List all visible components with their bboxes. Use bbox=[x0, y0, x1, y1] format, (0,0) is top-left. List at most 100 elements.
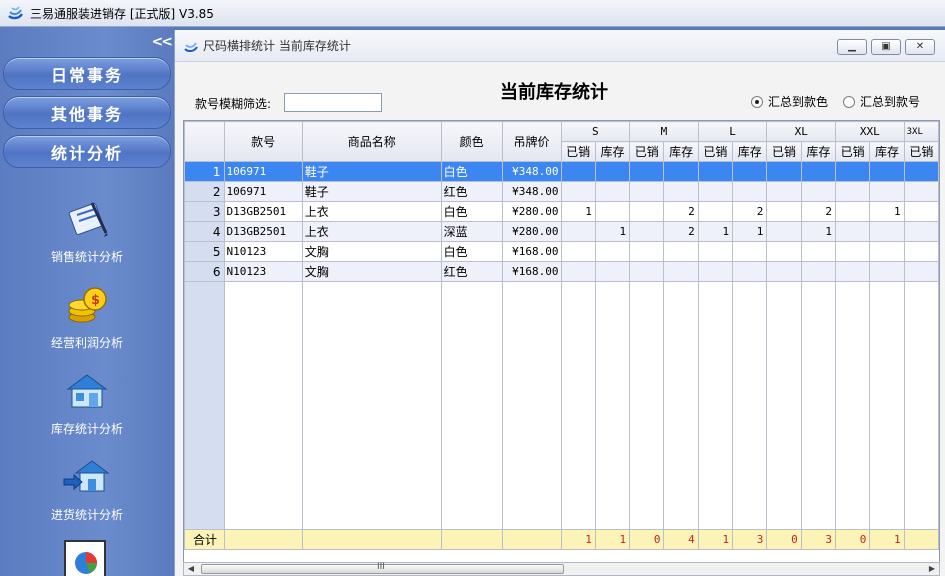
table-row[interactable]: 6 N10123 文胸 红色 ¥168.00 bbox=[184, 261, 939, 282]
cell-qty[interactable] bbox=[663, 241, 699, 262]
cell-qty[interactable] bbox=[560, 181, 596, 202]
cell-qty[interactable] bbox=[629, 241, 665, 262]
cell-qty[interactable] bbox=[560, 221, 596, 242]
table-row[interactable]: 5 N10123 文胸 白色 ¥168.00 bbox=[184, 241, 939, 262]
stock-grid[interactable]: 款号 商品名称 颜色 吊牌价 S M L XL XXL 3XL 已销 库存 已销 库存… bbox=[183, 120, 940, 563]
collapse-sidebar-button[interactable]: << bbox=[152, 34, 174, 50]
sidebar-item-stock-analysis[interactable]: 库存统计分析 bbox=[0, 369, 174, 437]
cell-qty[interactable] bbox=[800, 261, 837, 282]
cell-qty[interactable] bbox=[663, 261, 699, 282]
cell-qty[interactable] bbox=[560, 161, 596, 182]
cell-qty[interactable] bbox=[697, 261, 734, 282]
cell-qty[interactable]: 2 bbox=[800, 201, 837, 222]
cell-qty[interactable] bbox=[766, 161, 802, 182]
cell-qty[interactable] bbox=[697, 201, 734, 222]
column-header-name[interactable]: 商品名称 bbox=[301, 121, 442, 162]
cell-qty[interactable] bbox=[629, 181, 665, 202]
cell-color[interactable]: 白色 bbox=[440, 201, 503, 222]
cell-qty[interactable] bbox=[869, 181, 905, 202]
column-header-code[interactable]: 款号 bbox=[223, 121, 303, 162]
cell-qty[interactable] bbox=[835, 221, 871, 242]
cell-qty[interactable]: 1 bbox=[560, 201, 596, 222]
cell-qty[interactable] bbox=[594, 241, 631, 262]
cell-qty[interactable] bbox=[800, 161, 837, 182]
cell-qty[interactable] bbox=[594, 201, 631, 222]
sidebar-button-daily[interactable]: 日常事务 bbox=[3, 57, 171, 90]
cell-code[interactable]: N10123 bbox=[223, 241, 303, 262]
cell-color[interactable]: 深蓝 bbox=[440, 221, 503, 242]
cell-qty[interactable] bbox=[629, 201, 665, 222]
cell-qty[interactable] bbox=[869, 261, 905, 282]
cell-qty[interactable]: 2 bbox=[732, 201, 768, 222]
size-header-xxl[interactable]: XXL bbox=[835, 121, 905, 142]
cell-qty[interactable]: 1 bbox=[869, 201, 905, 222]
cell-qty[interactable] bbox=[869, 161, 905, 182]
row-number[interactable]: 2 bbox=[184, 181, 225, 202]
cell-qty[interactable] bbox=[697, 161, 734, 182]
cell-qty[interactable]: 1 bbox=[800, 221, 837, 242]
table-row[interactable]: 3 D13GB2501 上衣 白色 ¥280.00 1 2 2 2 1 bbox=[184, 201, 939, 222]
cell-code[interactable]: 106971 bbox=[223, 181, 303, 202]
scroll-left-icon[interactable]: ◀ bbox=[184, 563, 198, 575]
cell-qty[interactable] bbox=[663, 181, 699, 202]
cell-price[interactable]: ¥348.00 bbox=[501, 161, 562, 182]
cell-qty[interactable] bbox=[903, 261, 939, 282]
cell-code[interactable]: N10123 bbox=[223, 261, 303, 282]
cell-code[interactable]: D13GB2501 bbox=[223, 221, 303, 242]
cell-qty[interactable]: 1 bbox=[732, 221, 768, 242]
cell-qty[interactable] bbox=[835, 181, 871, 202]
row-number[interactable]: 6 bbox=[184, 261, 225, 282]
report-pie-icon[interactable] bbox=[62, 539, 112, 576]
maximize-button[interactable]: ▣ bbox=[871, 39, 901, 55]
cell-qty[interactable] bbox=[766, 201, 802, 222]
cell-qty[interactable]: 2 bbox=[663, 221, 699, 242]
cell-name[interactable]: 鞋子 bbox=[301, 161, 442, 182]
table-row[interactable]: 4 D13GB2501 上衣 深蓝 ¥280.00 1 2 1 1 1 bbox=[184, 221, 939, 242]
cell-qty[interactable] bbox=[903, 241, 939, 262]
cell-color[interactable]: 红色 bbox=[440, 181, 503, 202]
table-row[interactable]: 2 106971 鞋子 红色 ¥348.00 bbox=[184, 181, 939, 202]
size-header-s[interactable]: S bbox=[560, 121, 631, 142]
cell-qty[interactable] bbox=[800, 181, 837, 202]
table-row[interactable]: 1 106971 鞋子 白色 ¥348.00 bbox=[184, 161, 939, 182]
code-filter-input[interactable] bbox=[284, 93, 382, 112]
cell-qty[interactable] bbox=[766, 241, 802, 262]
horizontal-scrollbar[interactable]: ◀ III ▶ bbox=[183, 562, 940, 576]
row-number[interactable]: 3 bbox=[184, 201, 225, 222]
cell-name[interactable]: 上衣 bbox=[301, 201, 442, 222]
cell-qty[interactable] bbox=[732, 261, 768, 282]
cell-qty[interactable] bbox=[835, 201, 871, 222]
cell-qty[interactable] bbox=[663, 161, 699, 182]
cell-code[interactable]: D13GB2501 bbox=[223, 201, 303, 222]
sidebar-button-other[interactable]: 其他事务 bbox=[3, 96, 171, 129]
cell-qty[interactable] bbox=[903, 161, 939, 182]
cell-qty[interactable] bbox=[766, 261, 802, 282]
cell-qty[interactable] bbox=[869, 221, 905, 242]
cell-qty[interactable] bbox=[560, 241, 596, 262]
cell-qty[interactable] bbox=[594, 161, 631, 182]
cell-name[interactable]: 鞋子 bbox=[301, 181, 442, 202]
cell-qty[interactable] bbox=[594, 181, 631, 202]
cell-qty[interactable]: 1 bbox=[697, 221, 734, 242]
sidebar-item-sales-analysis[interactable]: 销售统计分析 bbox=[0, 197, 174, 265]
cell-qty[interactable] bbox=[629, 261, 665, 282]
cell-color[interactable]: 红色 bbox=[440, 261, 503, 282]
minimize-button[interactable]: ▁ bbox=[837, 39, 867, 55]
cell-qty[interactable] bbox=[903, 221, 939, 242]
cell-color[interactable]: 白色 bbox=[440, 241, 503, 262]
row-number[interactable]: 5 bbox=[184, 241, 225, 262]
size-header-xl[interactable]: XL bbox=[766, 121, 837, 142]
scrollbar-thumb[interactable]: III bbox=[201, 562, 564, 574]
cell-qty[interactable] bbox=[869, 241, 905, 262]
cell-name[interactable]: 上衣 bbox=[301, 221, 442, 242]
cell-price[interactable]: ¥168.00 bbox=[501, 241, 562, 262]
cell-qty[interactable] bbox=[629, 221, 665, 242]
cell-color[interactable]: 白色 bbox=[440, 161, 503, 182]
column-header-color[interactable]: 颜色 bbox=[440, 121, 503, 162]
cell-qty[interactable] bbox=[835, 241, 871, 262]
row-number[interactable]: 1 bbox=[184, 161, 225, 182]
cell-qty[interactable] bbox=[560, 261, 596, 282]
close-button[interactable]: ✕ bbox=[905, 39, 935, 55]
cell-qty[interactable] bbox=[732, 161, 768, 182]
cell-qty[interactable] bbox=[697, 241, 734, 262]
